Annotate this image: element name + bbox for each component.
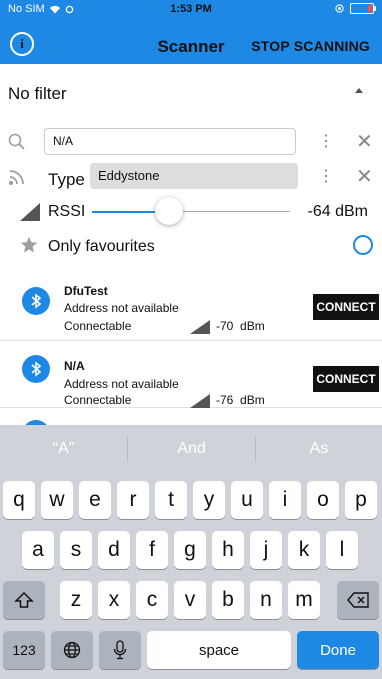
- numbers-key[interactable]: 123: [3, 631, 45, 669]
- suggestion-item[interactable]: And: [128, 425, 255, 473]
- key-j[interactable]: j: [250, 531, 282, 569]
- microphone-icon: [113, 640, 127, 660]
- rssi-value: -64 dBm: [307, 203, 368, 220]
- search-icon: [8, 133, 25, 150]
- key-w[interactable]: w: [41, 481, 73, 519]
- device-rssi-unit: dBm: [240, 393, 265, 407]
- rssi-slider-track[interactable]: [170, 211, 290, 212]
- key-b[interactable]: b: [212, 581, 244, 619]
- key-z[interactable]: z: [60, 581, 92, 619]
- key-g[interactable]: g: [174, 531, 206, 569]
- key-x[interactable]: x: [98, 581, 130, 619]
- device-rssi: -76 dBm: [216, 393, 265, 407]
- device-rssi-value: -76: [216, 393, 234, 407]
- favourites-label: Only favourites: [48, 238, 155, 255]
- bluetooth-icon: [22, 287, 50, 315]
- globe-icon: [63, 641, 81, 659]
- status-indicators: [335, 3, 376, 14]
- collapse-arrow-icon[interactable]: [355, 88, 363, 93]
- delete-key[interactable]: [337, 581, 379, 619]
- type-label: Type: [48, 170, 85, 189]
- clear-type-filter-icon[interactable]: ✕: [356, 164, 373, 189]
- key-l[interactable]: l: [326, 531, 358, 569]
- key-k[interactable]: k: [288, 531, 320, 569]
- shift-key[interactable]: [3, 581, 45, 619]
- device-name: DfuTest: [64, 284, 108, 298]
- key-n[interactable]: n: [250, 581, 282, 619]
- type-filter-field[interactable]: Eddystone: [90, 163, 298, 189]
- battery-icon: [350, 3, 376, 14]
- stop-scanning-button[interactable]: STOP SCANNING: [251, 38, 370, 54]
- location-icon: [335, 4, 344, 13]
- key-i[interactable]: i: [269, 481, 301, 519]
- key-r[interactable]: r: [117, 481, 149, 519]
- device-rssi: -70 dBm: [216, 319, 265, 333]
- connect-button[interactable]: CONNECT: [313, 366, 379, 392]
- key-q[interactable]: q: [3, 481, 35, 519]
- device-connectable: Connectable: [64, 319, 132, 333]
- key-a[interactable]: a: [22, 531, 54, 569]
- beacon-icon: [9, 170, 24, 185]
- key-p[interactable]: p: [345, 481, 377, 519]
- key-f[interactable]: f: [136, 531, 168, 569]
- key-d[interactable]: d: [98, 531, 130, 569]
- device-address: Address not available: [64, 301, 179, 315]
- key-y[interactable]: y: [193, 481, 225, 519]
- favourites-toggle[interactable]: [353, 235, 373, 255]
- signal-strength-icon: [190, 394, 210, 408]
- dictation-key[interactable]: [99, 631, 141, 669]
- name-filter-input[interactable]: N/A: [44, 128, 296, 155]
- key-m[interactable]: m: [288, 581, 320, 619]
- key-u[interactable]: u: [231, 481, 263, 519]
- rssi-slider-thumb[interactable]: [155, 197, 183, 225]
- keyboard: “A” And As q w e r t y u i o p a s d f g…: [0, 425, 382, 679]
- key-c[interactable]: c: [136, 581, 168, 619]
- rssi-label: RSSI: [48, 203, 86, 220]
- type-filter-menu-icon[interactable]: ⋮: [318, 166, 334, 186]
- key-o[interactable]: o: [307, 481, 339, 519]
- shift-icon: [14, 591, 34, 608]
- key-s[interactable]: s: [60, 531, 92, 569]
- space-key[interactable]: space: [147, 631, 291, 669]
- status-time: 1:53 PM: [170, 3, 212, 15]
- device-name: N/A: [64, 359, 85, 373]
- star-icon: [20, 236, 38, 253]
- device-connectable: Connectable: [64, 393, 132, 407]
- done-key[interactable]: Done: [297, 631, 379, 669]
- device-address: Address not available: [64, 377, 179, 391]
- backspace-icon: [347, 592, 369, 608]
- key-h[interactable]: h: [212, 531, 244, 569]
- connect-button[interactable]: CONNECT: [313, 294, 379, 320]
- signal-strength-icon: [190, 320, 210, 334]
- globe-key[interactable]: [51, 631, 93, 669]
- clear-name-filter-icon[interactable]: ✕: [356, 129, 373, 154]
- key-e[interactable]: e: [79, 481, 111, 519]
- key-v[interactable]: v: [174, 581, 206, 619]
- device-rssi-value: -70: [216, 319, 234, 333]
- signal-strength-icon: [20, 203, 40, 221]
- bluetooth-icon: [22, 355, 50, 383]
- filter-header[interactable]: No filter: [8, 84, 67, 104]
- name-filter-menu-icon[interactable]: ⋮: [318, 131, 334, 151]
- device-rssi-unit: dBm: [240, 319, 265, 333]
- suggestion-item[interactable]: As: [256, 425, 382, 473]
- key-t[interactable]: t: [155, 481, 187, 519]
- suggestion-item[interactable]: “A”: [0, 425, 127, 473]
